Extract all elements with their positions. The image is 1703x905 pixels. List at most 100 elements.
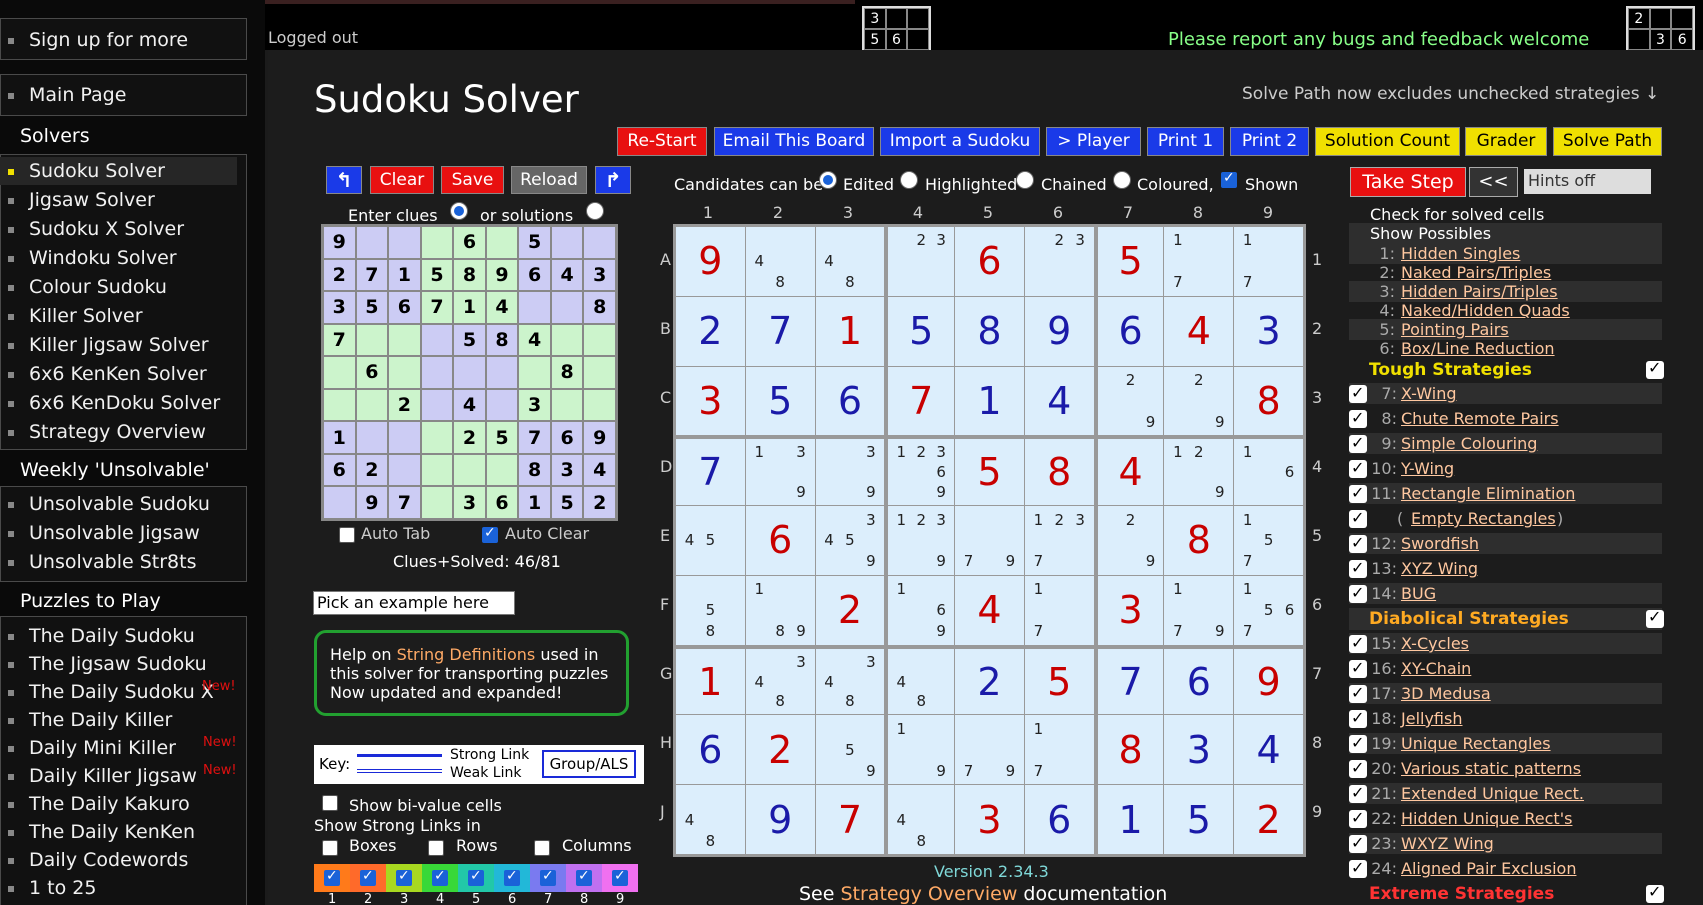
- clue-cell[interactable]: [583, 323, 616, 357]
- strategy-checkbox[interactable]: [1349, 632, 1367, 653]
- board-cell[interactable]: 6: [815, 366, 885, 436]
- board-cell[interactable]: 17: [1024, 575, 1094, 645]
- strategy-link[interactable]: XY-Chain: [1401, 658, 1471, 679]
- clue-cell[interactable]: [323, 486, 356, 519]
- rows-checkbox[interactable]: [428, 840, 444, 856]
- sidebar-item-puzzle-5[interactable]: Daily Killer Jigsaw: [0, 762, 237, 790]
- strategy-link[interactable]: BUG: [1401, 583, 1436, 604]
- board-cell[interactable]: 1: [1094, 785, 1164, 854]
- strategy-row[interactable]: 18:Jellyfish: [1349, 707, 1662, 729]
- sidebar-item-puzzle-9[interactable]: 1 to 25: [0, 874, 237, 902]
- clue-cell[interactable]: [583, 226, 616, 259]
- digit-color-swatch[interactable]: [530, 864, 566, 892]
- clue-cell[interactable]: [355, 226, 389, 259]
- clue-cell[interactable]: [420, 486, 454, 519]
- strategy-link[interactable]: Y-Wing: [1401, 458, 1454, 479]
- board-cell[interactable]: 1 3 9: [745, 436, 815, 506]
- clue-cell[interactable]: 3: [453, 486, 486, 519]
- clue-cell[interactable]: 2: [583, 486, 616, 519]
- strategy-checkbox[interactable]: [1349, 807, 1367, 828]
- board-cell[interactable]: 45: [676, 506, 745, 575]
- digit-color-swatch[interactable]: [314, 864, 350, 892]
- save-button[interactable]: Save: [441, 166, 504, 194]
- board-cell[interactable]: 2: [955, 645, 1024, 715]
- string-definitions-link[interactable]: String Definitions: [397, 645, 536, 664]
- digit-color-swatch[interactable]: [566, 864, 602, 892]
- clue-cell[interactable]: 2: [323, 258, 356, 292]
- digit-checkbox[interactable]: [576, 868, 592, 886]
- toolbar-button-solution-count[interactable]: Solution Count: [1315, 127, 1460, 156]
- strategy-checkbox[interactable]: [1349, 782, 1367, 803]
- strategy-link[interactable]: Simple Colouring: [1401, 433, 1537, 454]
- clue-cell[interactable]: 4: [550, 258, 584, 292]
- strategy-row[interactable]: 15:X-Cycles: [1349, 632, 1662, 654]
- digit-checkbox[interactable]: [612, 868, 628, 886]
- board-cell[interactable]: 7: [676, 436, 745, 506]
- board-cell[interactable]: 9: [745, 785, 815, 854]
- sidebar-item-main-page[interactable]: Main Page: [0, 81, 237, 109]
- board-cell[interactable]: 123 7: [1024, 506, 1094, 575]
- strategy-link[interactable]: Pointing Pairs: [1401, 319, 1509, 340]
- digit-checkbox[interactable]: [468, 868, 484, 886]
- clue-cell[interactable]: [323, 388, 356, 422]
- clue-cell[interactable]: [485, 226, 519, 259]
- strategy-link[interactable]: Box/Line Reduction: [1401, 338, 1555, 359]
- strategy-row[interactable]: 12:Swordfish: [1349, 532, 1662, 554]
- section-checkbox[interactable]: [1646, 358, 1664, 379]
- clue-cell[interactable]: [550, 291, 584, 324]
- board-cell[interactable]: 4: [1094, 436, 1164, 506]
- strategy-link[interactable]: 3D Medusa: [1401, 683, 1491, 704]
- board-cell[interactable]: 7: [745, 296, 815, 366]
- sidebar-item-solver-0[interactable]: Sudoku Solver: [0, 157, 237, 185]
- clue-cell[interactable]: 1: [323, 421, 356, 454]
- clue-cell[interactable]: 3: [583, 258, 616, 292]
- board-cell[interactable]: 29: [1164, 366, 1234, 436]
- board-cell[interactable]: 8: [955, 296, 1024, 366]
- digit-color-swatch[interactable]: [494, 864, 530, 892]
- toolbar-button-player[interactable]: > Player: [1046, 127, 1141, 156]
- clue-cell[interactable]: 6: [485, 486, 519, 519]
- board-cell[interactable]: 12 9: [1164, 436, 1234, 506]
- board-cell[interactable]: 8: [1234, 366, 1303, 436]
- check-solved-cells[interactable]: Check for solved cells: [1349, 204, 1662, 225]
- board-cell[interactable]: 79: [955, 506, 1024, 575]
- section-checkbox[interactable]: [1646, 882, 1664, 903]
- digit-checkbox[interactable]: [324, 868, 340, 886]
- board-cell[interactable]: 5: [1024, 645, 1094, 715]
- toolbar-button-re-start[interactable]: Re-Start: [617, 127, 707, 156]
- strategy-row[interactable]: 14:BUG: [1349, 582, 1662, 604]
- board-cell[interactable]: 1 7 9: [1164, 575, 1234, 645]
- strategy-row[interactable]: 22:Hidden Unique Rect's: [1349, 807, 1662, 829]
- clue-cell[interactable]: 6: [323, 453, 356, 487]
- toolbar-button-solve-path[interactable]: Solve Path: [1553, 127, 1662, 156]
- strategy-link[interactable]: X-Wing: [1401, 383, 1457, 404]
- digit-color-swatch[interactable]: [602, 864, 638, 892]
- sidebar-item-solver-4[interactable]: Colour Sudoku: [0, 273, 237, 301]
- strategy-row[interactable]: 21:Extended Unique Rect.: [1349, 782, 1662, 804]
- clue-cell[interactable]: 5: [485, 421, 519, 454]
- board-cell[interactable]: 79: [955, 715, 1024, 785]
- clue-cell[interactable]: [355, 388, 389, 422]
- board-cell[interactable]: 2: [1234, 785, 1303, 854]
- edited-radio[interactable]: [819, 171, 837, 189]
- board-cell[interactable]: 5: [1094, 227, 1164, 296]
- board-cell[interactable]: 7: [885, 366, 955, 436]
- shown-checkbox[interactable]: [1221, 170, 1237, 188]
- sidebar-item-puzzle-0[interactable]: The Daily Sudoku: [0, 622, 237, 650]
- strategy-overview-link[interactable]: Strategy Overview: [840, 883, 1017, 905]
- strategy-link[interactable]: Naked Pairs/Triples: [1401, 262, 1551, 283]
- clue-cell[interactable]: 1: [453, 291, 486, 324]
- toolbar-button-print-2[interactable]: Print 2: [1230, 127, 1309, 156]
- strategy-row[interactable]: 8:Chute Remote Pairs: [1349, 407, 1662, 429]
- strategy-checkbox[interactable]: [1349, 732, 1367, 753]
- bivalue-checkbox[interactable]: [322, 795, 338, 811]
- board-cell[interactable]: 59: [815, 715, 885, 785]
- digit-color-swatch[interactable]: [350, 864, 386, 892]
- board-cell[interactable]: 9: [1234, 645, 1303, 715]
- clue-cell[interactable]: [485, 356, 519, 389]
- clue-cell[interactable]: [453, 356, 486, 389]
- clue-cell[interactable]: 5: [453, 323, 486, 357]
- clue-cell[interactable]: 8: [550, 356, 584, 389]
- sudoku-board[interactable]: 9484823623517172715896433567142929871393…: [673, 224, 1306, 857]
- strategy-row[interactable]: 11:Rectangle Elimination: [1349, 482, 1662, 504]
